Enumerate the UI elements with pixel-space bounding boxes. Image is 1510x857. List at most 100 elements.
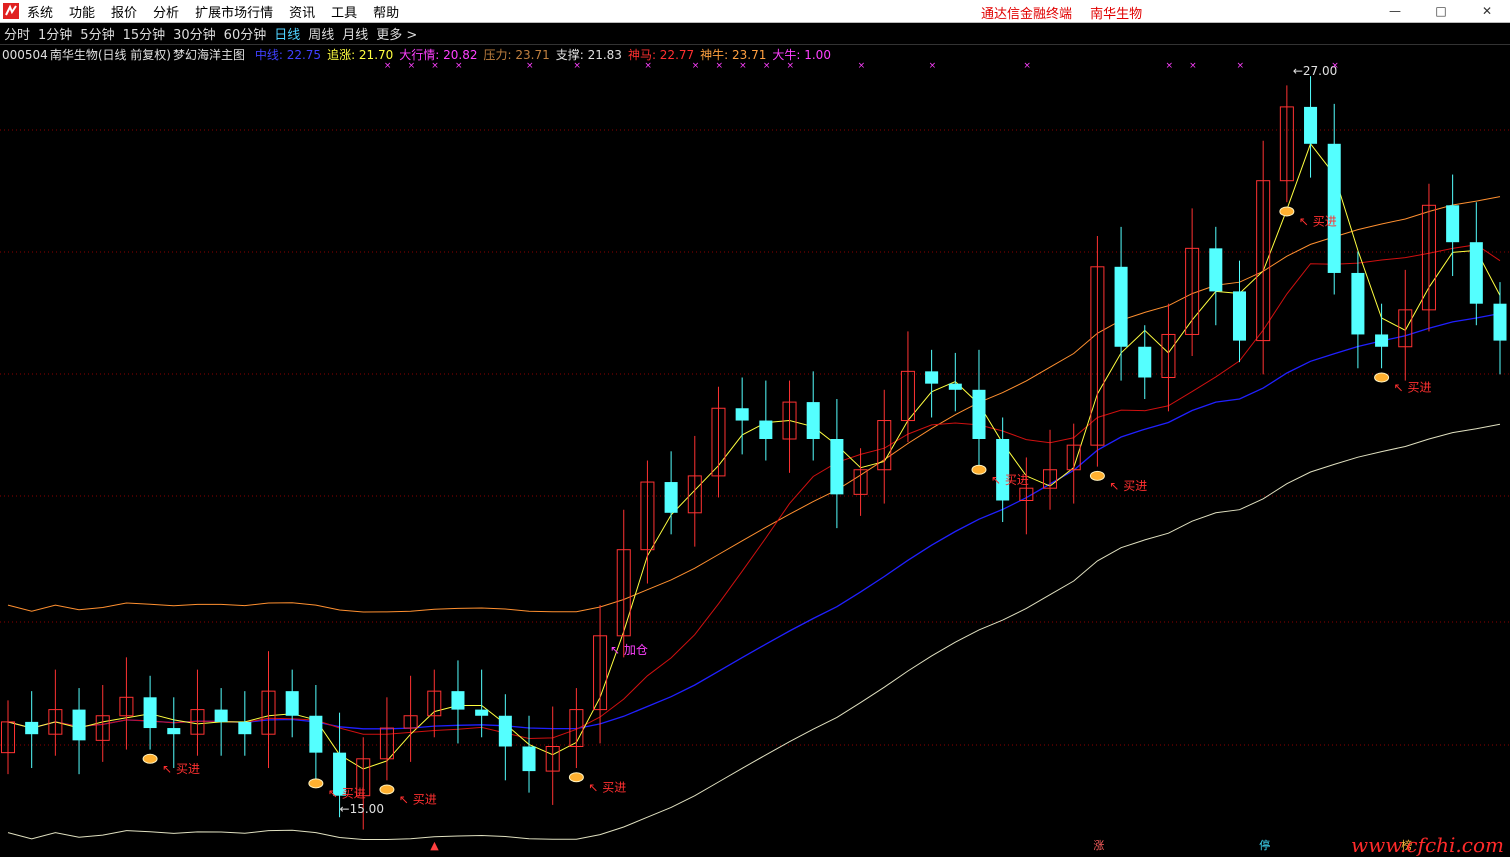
menu-item-tools[interactable]: 工具: [331, 2, 357, 21]
buy-signal-icon: [308, 778, 324, 789]
candle: [1493, 282, 1507, 375]
menu-item-quote[interactable]: 报价: [111, 2, 137, 21]
candle: [1161, 303, 1176, 412]
candle: [759, 380, 773, 461]
menu-item-system[interactable]: 系统: [27, 2, 53, 21]
candle-body: [214, 709, 228, 722]
candle: [238, 691, 252, 756]
candle: [1232, 260, 1247, 363]
candle: [167, 697, 181, 769]
event-marker-1[interactable]: 涨: [1091, 839, 1106, 853]
candle: [1375, 303, 1389, 369]
candle: [1185, 208, 1200, 356]
candle: [119, 657, 134, 750]
event-marker-2[interactable]: 停: [1257, 839, 1272, 853]
candle-body: [498, 715, 512, 747]
top-signal-mark: ×: [1189, 61, 1197, 71]
candle-body: [25, 721, 39, 735]
maximize-icon[interactable]: □: [1418, 0, 1464, 22]
candle-body: [948, 383, 962, 390]
candle-body: [1232, 291, 1247, 341]
top-signal-mark: ×: [1331, 61, 1339, 71]
watermark: www.cfchi.com: [1351, 833, 1504, 857]
candle: [616, 509, 631, 658]
candle: [1138, 325, 1152, 400]
candle: [72, 688, 86, 775]
grid-lines: [0, 129, 1510, 746]
candle: [1421, 183, 1436, 332]
minimize-icon[interactable]: —: [1372, 0, 1418, 22]
low-price-label: ←15.00: [340, 802, 384, 816]
candle-body: [664, 482, 678, 513]
candle: [1304, 76, 1318, 178]
candle: [498, 694, 512, 781]
candle: [1209, 226, 1223, 326]
candle-body: [522, 746, 536, 772]
candle-body: [309, 715, 323, 753]
candlestick-series: [0, 76, 1507, 830]
candle: [0, 700, 16, 775]
stock-code: 000504: [2, 48, 48, 62]
candle: [475, 669, 489, 738]
candle-body: [830, 439, 844, 495]
indicator-value-6: 神牛: 23.71: [700, 48, 767, 62]
top-signal-mark: ×: [1023, 61, 1031, 71]
period-tab-daily[interactable]: 日线: [274, 24, 300, 43]
candle: [900, 331, 915, 443]
indicator-value-0: 中线: 22.75: [254, 48, 322, 62]
candle: [379, 697, 394, 781]
indicator-value-1: 追涨: 21.70: [327, 48, 394, 62]
candle-body: [1138, 346, 1152, 378]
menu-item-news[interactable]: 资讯: [289, 2, 315, 21]
candle-body: [1327, 143, 1341, 273]
menu-item-analysis[interactable]: 分析: [153, 2, 179, 21]
candle-body: [1304, 106, 1318, 144]
period-tab-monthly[interactable]: 月线: [342, 24, 368, 43]
period-tab-weekly[interactable]: 周线: [308, 24, 334, 43]
period-tab-15min[interactable]: 15分钟: [123, 24, 166, 43]
close-icon[interactable]: ✕: [1464, 0, 1510, 22]
period-tab-5min[interactable]: 5分钟: [80, 24, 114, 43]
menu-item-extended-market[interactable]: 扩展市场行情: [195, 2, 273, 21]
buy-label: ↖ 买进: [588, 780, 626, 794]
lower-band-line: [7, 423, 1501, 840]
buy-label: ↖ 买进: [399, 793, 437, 807]
candle: [285, 669, 299, 738]
candle-body: [167, 728, 181, 735]
candle: [948, 352, 962, 412]
menu-item-function[interactable]: 功能: [69, 2, 95, 21]
ma-yellow-line: [7, 142, 1501, 770]
period-tab-60min[interactable]: 60分钟: [224, 24, 267, 43]
band-lines: [7, 142, 1501, 840]
candle: [853, 448, 868, 516]
event-marker-0[interactable]: ▲: [428, 839, 440, 853]
menu-item-help[interactable]: 帮助: [373, 2, 399, 21]
candle: [25, 691, 39, 769]
candle-body: [1493, 303, 1507, 341]
period-tab-more[interactable]: 更多 >: [376, 24, 417, 43]
candle: [545, 706, 560, 805]
candle: [806, 371, 820, 461]
buy-signal-icon: [142, 753, 158, 764]
price-chart[interactable]: ↖ 买进↖ 买进 ↖ 买进↖ 买进↖ 买进 ↖ 买进↖ 买进↖ 买进↖ 加仓←27.…: [0, 0, 1510, 855]
signal-marks: ↖ 买进↖ 买进 ↖ 买进↖ 买进↖ 买进 ↖ 买进↖ 买进↖ 买进↖ 加仓←27.…: [142, 61, 1432, 816]
buy-signal-icon: [971, 464, 987, 475]
candle-body: [451, 691, 465, 710]
candle-body: [972, 389, 986, 439]
formula-name[interactable]: 梦幻海洋主图: [173, 48, 245, 62]
stock-name-title: 南华生物: [1090, 7, 1143, 22]
candle: [687, 435, 702, 547]
buy-signal-icon: [1279, 206, 1295, 217]
buy-signal-icon: [1089, 470, 1105, 481]
top-signal-mark: ×: [1236, 61, 1244, 71]
buy-label: ↖ 买进: [1109, 479, 1147, 493]
period-tab-1min[interactable]: 1分钟: [38, 24, 72, 43]
period-toolbar: 分时 1分钟 5分钟 15分钟 30分钟 60分钟 日线 周线 月线 更多 >: [0, 23, 1510, 45]
buy-label: ↖ 买进: [1394, 381, 1432, 395]
upper-band-line: [7, 196, 1501, 613]
candle-body: [1114, 266, 1128, 347]
period-tab-timeshare[interactable]: 分时: [4, 24, 30, 43]
candle-body: [72, 709, 86, 741]
candle: [1279, 85, 1294, 203]
period-tab-30min[interactable]: 30分钟: [173, 24, 216, 43]
